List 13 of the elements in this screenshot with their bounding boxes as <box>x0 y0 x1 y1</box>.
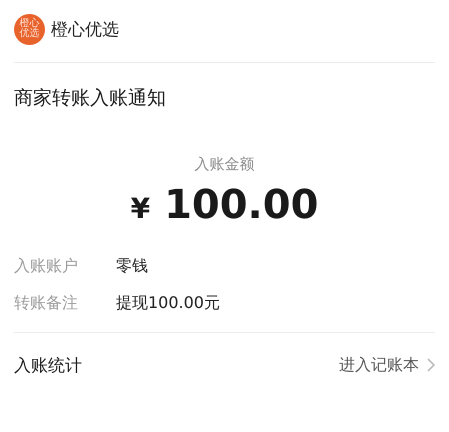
detail-value: 提现100.00元 <box>116 293 220 314</box>
chevron-right-icon <box>427 358 435 372</box>
amount-label: 入账金额 <box>194 155 256 174</box>
notice-title: 商家转账入账通知 <box>14 86 167 111</box>
ledger-link[interactable]: 进入记账本 <box>339 354 419 376</box>
detail-label: 入账账户 <box>14 256 79 277</box>
account-name: 橙心优选 <box>51 18 119 40</box>
detail-label: 转账备注 <box>14 293 79 314</box>
amount-value: 100.00 <box>164 182 318 228</box>
account-logo: 橙心优选 <box>14 14 45 44</box>
footer-label: 入账统计 <box>14 354 83 376</box>
currency-symbol: ¥ <box>130 192 150 225</box>
detail-value: 零钱 <box>116 256 148 277</box>
